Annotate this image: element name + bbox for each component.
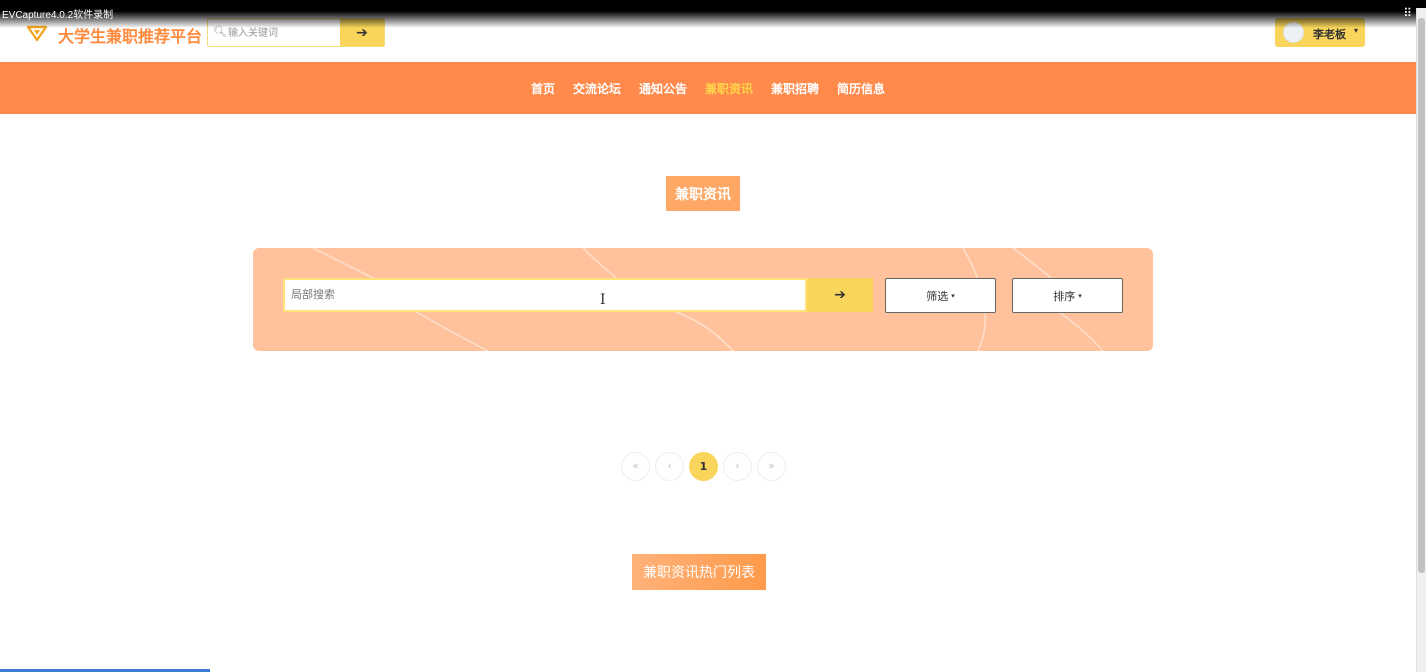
nav-item-notice[interactable]: 通知公告 bbox=[639, 80, 687, 97]
search-panel: ➔ 筛选 ▾ 排序 ▾ bbox=[253, 248, 1153, 351]
capture-grid-icon[interactable]: ⠿ bbox=[1403, 6, 1412, 20]
nav-item-forum[interactable]: 交流论坛 bbox=[573, 80, 621, 97]
local-search-button[interactable]: ➔ bbox=[807, 278, 873, 312]
nav-item-home[interactable]: 首页 bbox=[531, 80, 555, 97]
page-prev-button[interactable]: ‹ bbox=[655, 452, 684, 481]
filter-label: 筛选 bbox=[926, 289, 949, 303]
main-nav: 首页 交流论坛 通知公告 兼职资讯 兼职招聘 简历信息 bbox=[0, 62, 1416, 114]
caret-down-icon: ▾ bbox=[951, 291, 955, 300]
capture-title: EVCapture4.0.2软件录制 bbox=[2, 10, 114, 21]
user-name: 李老板 bbox=[1313, 28, 1346, 41]
page-first-button[interactable]: « bbox=[621, 452, 650, 481]
filter-dropdown-button[interactable]: 筛选 ▾ bbox=[885, 278, 996, 313]
caret-down-icon: ▾ bbox=[1078, 291, 1082, 300]
local-search-input[interactable] bbox=[285, 280, 805, 310]
section-title: 兼职资讯 bbox=[666, 176, 740, 211]
sort-dropdown-button[interactable]: 排序 ▾ bbox=[1012, 278, 1123, 313]
hot-list-title: 兼职资讯热门列表 bbox=[632, 554, 766, 590]
local-search-field bbox=[283, 278, 807, 312]
scroll-thumb[interactable] bbox=[1418, 18, 1425, 573]
nav-item-news[interactable]: 兼职资讯 bbox=[705, 80, 753, 97]
capture-bar: EVCapture4.0.2软件录制 ⠿ bbox=[0, 0, 1426, 28]
page-next-button[interactable]: › bbox=[723, 452, 752, 481]
page-scrollbar[interactable] bbox=[1416, 8, 1426, 672]
page-number-button[interactable]: 1 bbox=[689, 452, 718, 481]
sort-label: 排序 bbox=[1053, 289, 1076, 303]
pagination: « ‹ 1 › » bbox=[621, 452, 786, 481]
page-last-button[interactable]: » bbox=[757, 452, 786, 481]
nav-item-recruit[interactable]: 兼职招聘 bbox=[771, 80, 819, 97]
nav-item-resume[interactable]: 简历信息 bbox=[837, 80, 885, 97]
text-cursor-icon: I bbox=[600, 292, 606, 308]
